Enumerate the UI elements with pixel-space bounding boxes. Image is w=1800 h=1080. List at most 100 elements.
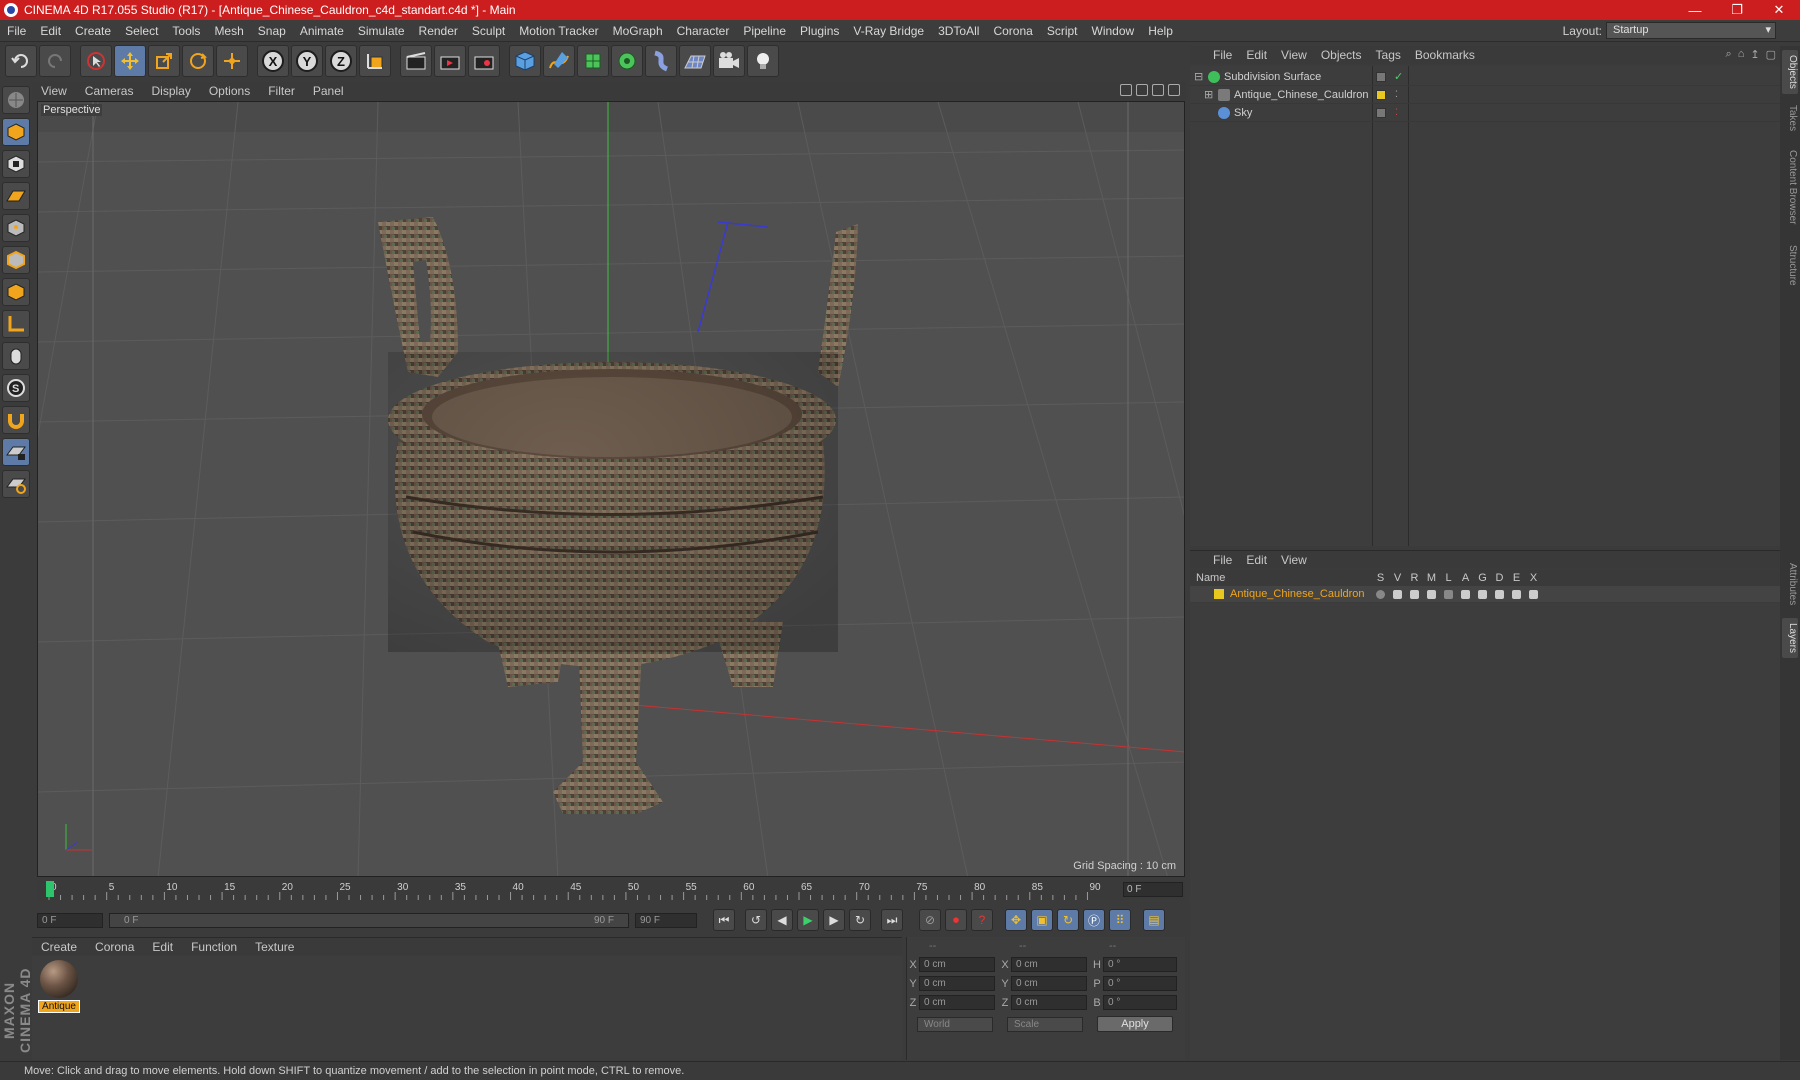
layer-menu-edit[interactable]: Edit — [1239, 553, 1274, 567]
menu-render[interactable]: Render — [412, 24, 465, 38]
menu-plugins[interactable]: Plugins — [793, 24, 846, 38]
vp-menu-cameras[interactable]: Cameras — [76, 84, 143, 98]
layer-menu-file[interactable]: File — [1206, 553, 1239, 567]
editor-visibility-toggle[interactable] — [1376, 107, 1386, 118]
tab-layers[interactable]: Layers — [1782, 618, 1798, 658]
mat-menu-function[interactable]: Function — [182, 940, 246, 954]
menu-file[interactable]: File — [0, 24, 33, 38]
frame-range-slider[interactable]: 0 F 90 F — [109, 912, 629, 928]
tab-attributes[interactable]: Attributes — [1782, 556, 1798, 612]
object-row-subdivision[interactable]: ⊟ Subdivision Surface ✓ — [1190, 68, 1780, 86]
menu-character[interactable]: Character — [670, 24, 737, 38]
render-to-picture-viewer-button[interactable] — [434, 45, 466, 77]
scale-tool-button[interactable] — [148, 45, 180, 77]
go-to-start-button[interactable]: ⏮ — [713, 909, 735, 931]
visibility-dots-icon[interactable]: ⁚ — [1395, 89, 1398, 100]
add-spline-button[interactable] — [543, 45, 575, 77]
mat-menu-edit[interactable]: Edit — [143, 940, 182, 954]
rotation-p-field[interactable]: 0 ° — [1103, 976, 1177, 991]
timeline-window-button[interactable]: ▤ — [1143, 909, 1165, 931]
add-light-button[interactable] — [747, 45, 779, 77]
x-axis-button[interactable]: X — [257, 45, 289, 77]
vp-menu-options[interactable]: Options — [200, 84, 259, 98]
search-icon[interactable]: ⌕ — [1726, 48, 1732, 61]
home-icon[interactable]: ⌂ — [1738, 48, 1745, 61]
snap-button[interactable]: S — [2, 374, 30, 402]
vp-menu-view[interactable]: View — [32, 84, 76, 98]
menu-pipeline[interactable]: Pipeline — [736, 24, 793, 38]
orbit-icon[interactable] — [1152, 84, 1164, 96]
edges-mode-button[interactable] — [2, 246, 30, 274]
start-frame-field[interactable]: 0 F — [37, 912, 103, 928]
menu-sculpt[interactable]: Sculpt — [465, 24, 512, 38]
texture-mode-button[interactable] — [2, 150, 30, 178]
menu-edit[interactable]: Edit — [33, 24, 68, 38]
position-x-field[interactable]: 0 cm — [919, 957, 995, 972]
menu-motion-tracker[interactable]: Motion Tracker — [512, 24, 605, 38]
key-position-button[interactable]: ✥ — [1005, 909, 1027, 931]
polygons-mode-button[interactable] — [2, 278, 30, 306]
planar-workplane-button[interactable] — [2, 470, 30, 498]
mat-menu-create[interactable]: Create — [32, 940, 86, 954]
mat-menu-texture[interactable]: Texture — [246, 940, 303, 954]
layer-color-swatch[interactable] — [1214, 589, 1224, 599]
menu-help[interactable]: Help — [1141, 24, 1180, 38]
add-floor-button[interactable] — [679, 45, 711, 77]
add-deformer-button[interactable] — [645, 45, 677, 77]
vp-menu-filter[interactable]: Filter — [259, 84, 304, 98]
next-frame-button[interactable]: ▶ — [823, 909, 845, 931]
coordinate-system-button[interactable] — [359, 45, 391, 77]
enabled-check-icon[interactable]: ✓ — [1394, 70, 1403, 83]
layer-row[interactable]: Antique_Chinese_Cauldron — [1190, 586, 1780, 602]
layer-manager-toggle[interactable] — [1423, 589, 1440, 599]
perspective-viewport[interactable]: Perspective Grid Spacing : 10 cm — [37, 101, 1185, 877]
magnet-button[interactable] — [2, 406, 30, 434]
material-swatch[interactable]: Antique — [38, 958, 80, 1013]
add-mograph-button[interactable] — [611, 45, 643, 77]
workplane-mode-button[interactable] — [2, 182, 30, 210]
tab-structure[interactable]: Structure — [1782, 238, 1798, 292]
previous-frame-button[interactable]: ◀ — [771, 909, 793, 931]
play-button[interactable]: ▶ — [797, 909, 819, 931]
tab-objects[interactable]: Objects — [1782, 50, 1798, 94]
rotation-b-field[interactable]: 0 ° — [1103, 995, 1177, 1010]
object-row-cauldron[interactable]: ⊞ Antique_Chinese_Cauldron ⁚ — [1190, 86, 1780, 104]
layer-menu-view[interactable]: View — [1274, 553, 1314, 567]
position-z-field[interactable]: 0 cm — [919, 995, 995, 1010]
layer-lock-toggle[interactable] — [1440, 589, 1457, 599]
menu-select[interactable]: Select — [118, 24, 165, 38]
model-mode-button[interactable] — [2, 118, 30, 146]
menu-tools[interactable]: Tools — [165, 24, 207, 38]
add-nurbs-button[interactable] — [577, 45, 609, 77]
move-tool-button[interactable] — [114, 45, 146, 77]
undo-button[interactable] — [5, 45, 37, 77]
menu-vray-bridge[interactable]: V-Ray Bridge — [846, 24, 931, 38]
render-view-button[interactable] — [400, 45, 432, 77]
size-z-field[interactable]: 0 cm — [1011, 995, 1087, 1010]
layer-deformers-toggle[interactable] — [1491, 589, 1508, 599]
rotate-tool-button[interactable] — [182, 45, 214, 77]
new-view-icon[interactable]: ▢ — [1766, 48, 1776, 61]
obj-menu-bookmarks[interactable]: Bookmarks — [1408, 48, 1482, 62]
layer-generators-toggle[interactable] — [1474, 589, 1491, 599]
zoom-icon[interactable] — [1136, 84, 1148, 96]
end-frame-field[interactable]: 90 F — [635, 912, 697, 928]
add-camera-button[interactable] — [713, 45, 745, 77]
layer-solo-toggle[interactable] — [1372, 589, 1389, 599]
layer-animation-toggle[interactable] — [1457, 589, 1474, 599]
key-scale-button[interactable]: ▣ — [1031, 909, 1053, 931]
maximize-view-icon[interactable] — [1168, 84, 1180, 96]
layer-render-toggle[interactable] — [1406, 589, 1423, 599]
points-mode-button[interactable] — [2, 214, 30, 242]
coordinate-mode-select[interactable]: World — [917, 1016, 993, 1032]
obj-menu-tags[interactable]: Tags — [1369, 48, 1408, 62]
keyframe-selection-button[interactable]: ? — [971, 909, 993, 931]
close-button[interactable]: ✕ — [1758, 2, 1800, 18]
menu-mograph[interactable]: MoGraph — [606, 24, 670, 38]
tweak-mode-button[interactable] — [2, 342, 30, 370]
obj-menu-view[interactable]: View — [1274, 48, 1314, 62]
menu-simulate[interactable]: Simulate — [351, 24, 412, 38]
auto-keying-button[interactable]: ⏺ — [945, 909, 967, 931]
redo-button[interactable] — [39, 45, 71, 77]
obj-menu-edit[interactable]: Edit — [1239, 48, 1274, 62]
